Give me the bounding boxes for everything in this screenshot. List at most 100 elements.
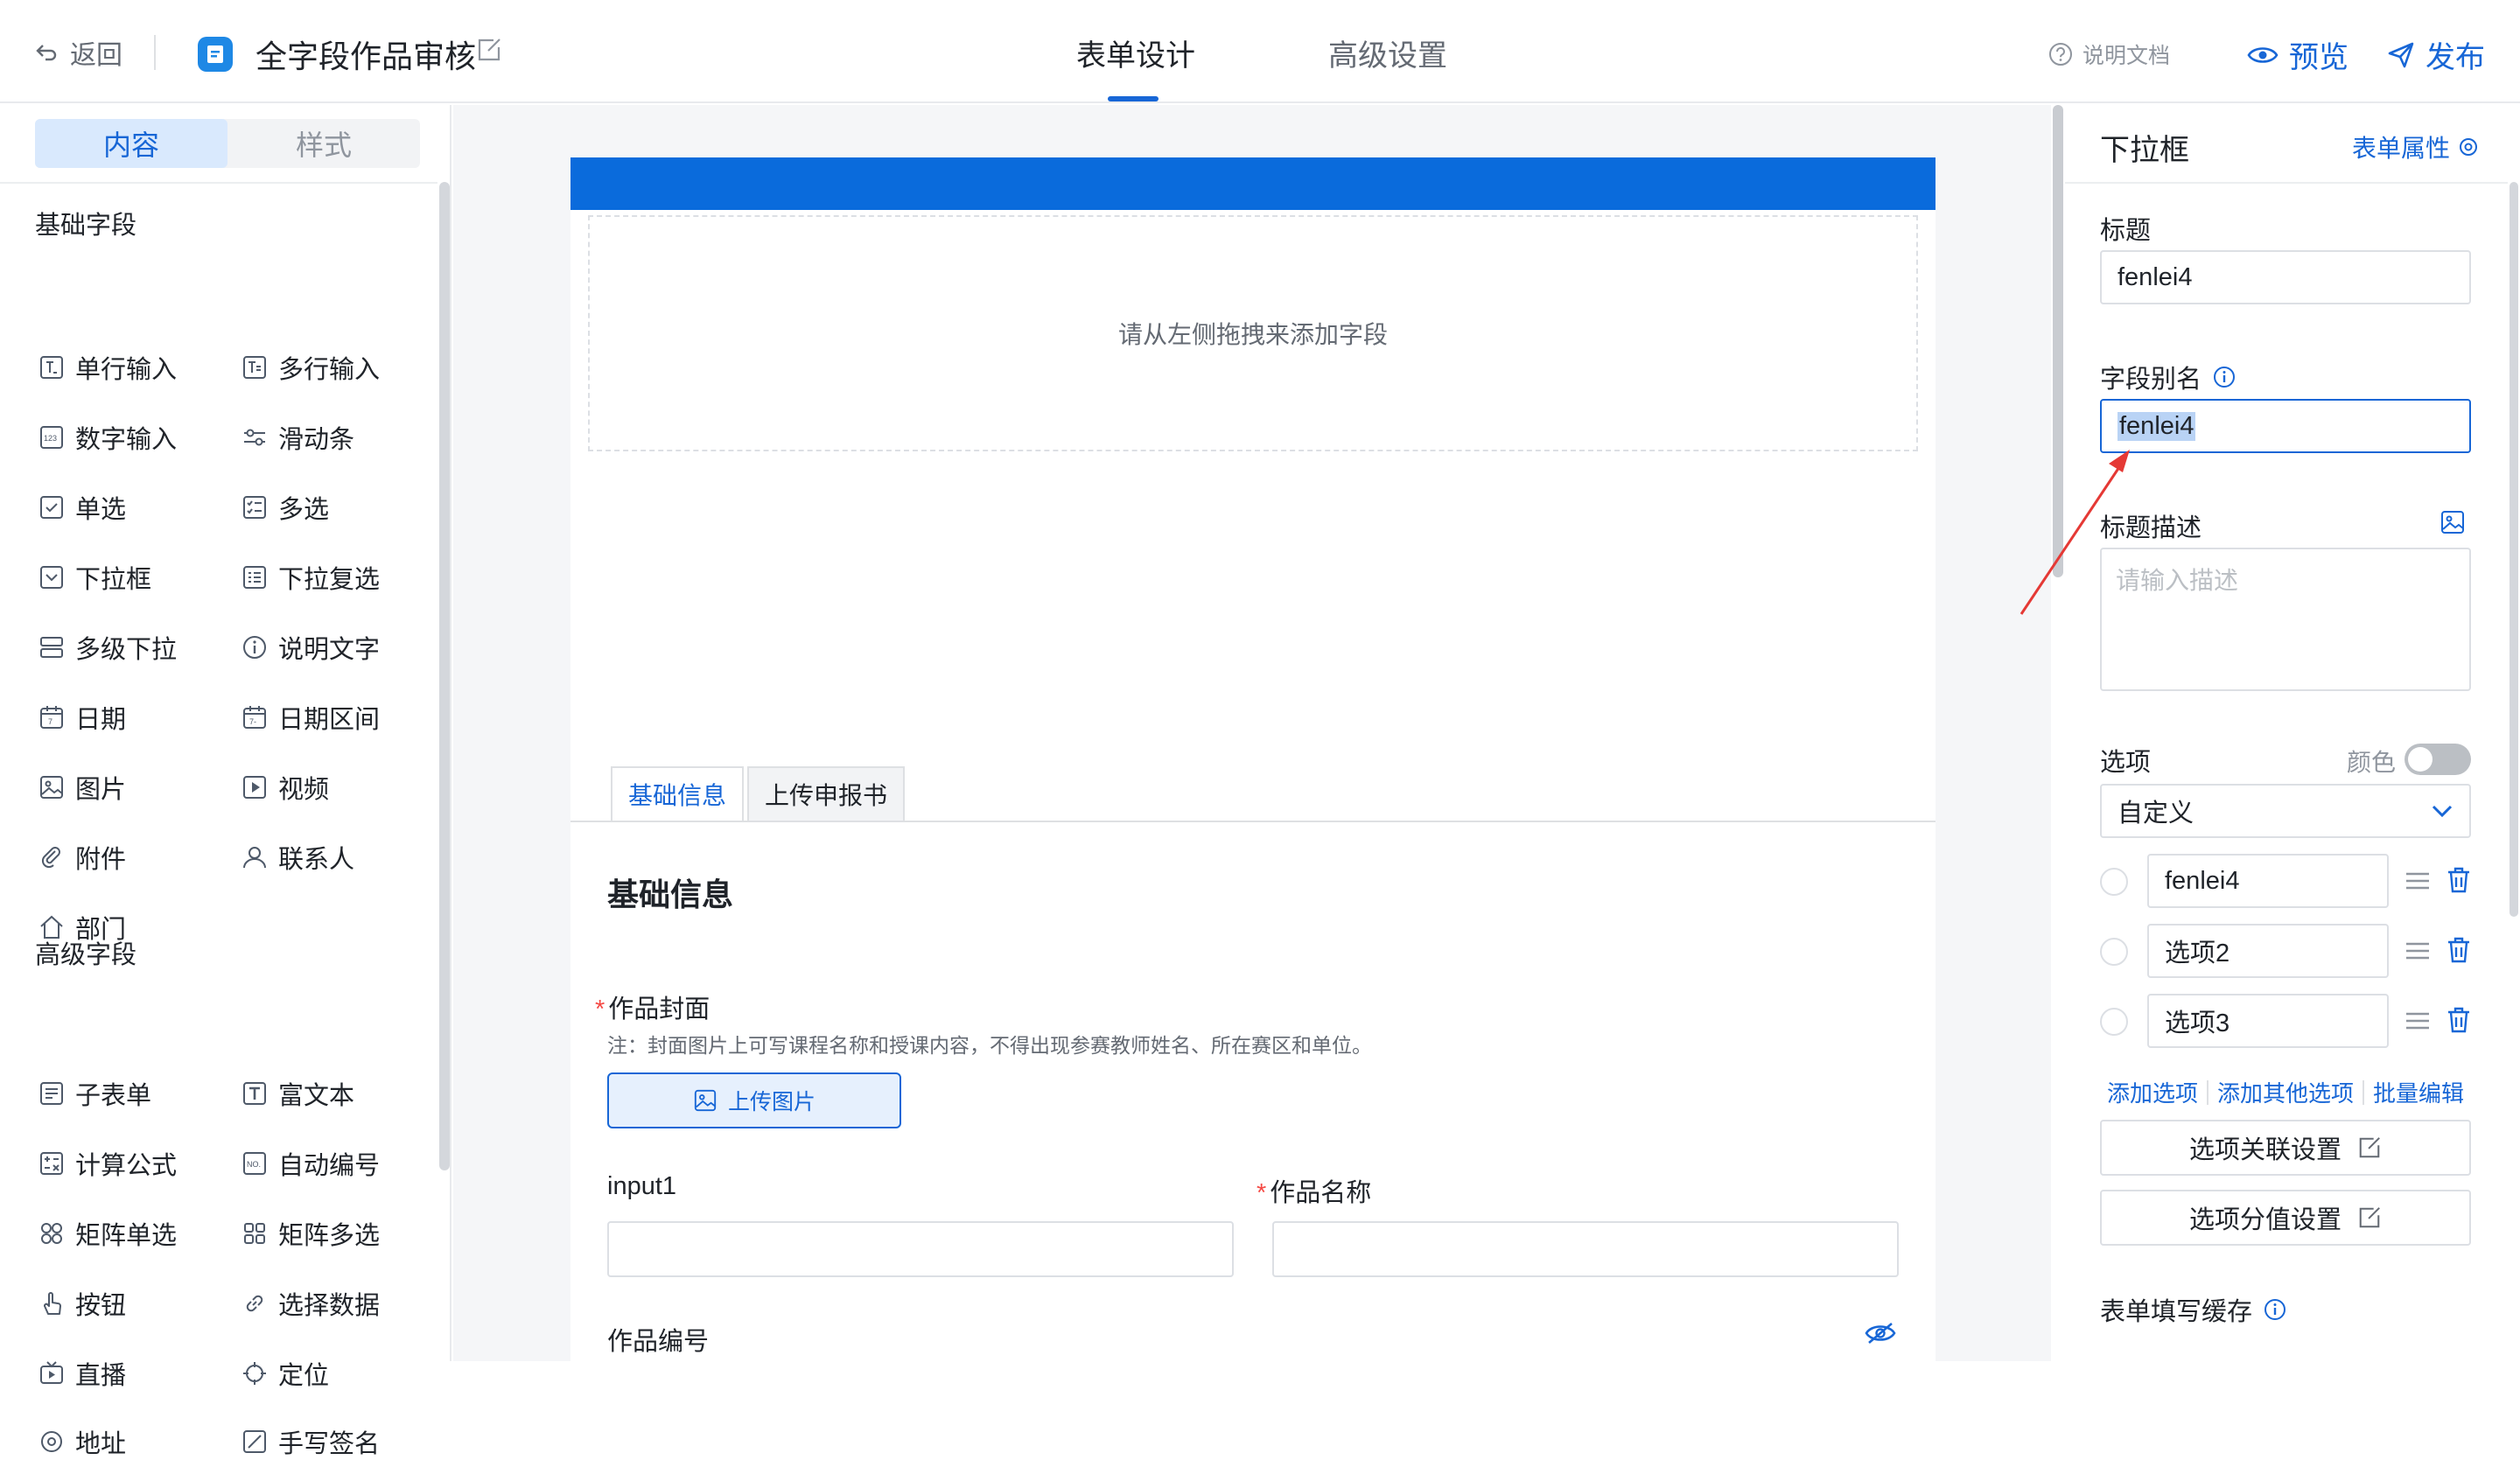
field-radio[interactable]: 单选 [38,490,126,525]
info-icon[interactable] [2212,365,2236,389]
field-formula[interactable]: 计算公式 [38,1146,177,1181]
send-icon [2388,42,2414,67]
advanced-fields-title: 高级字段 [35,941,137,969]
alias-input[interactable]: fenlei4 [2100,399,2471,453]
svg-text:NO.: NO. [247,1160,261,1169]
field-label: 下拉框 [75,566,152,594]
trash-icon[interactable] [2446,866,2471,894]
back-button[interactable]: 返回 [35,33,122,72]
field-live[interactable]: 直播 [38,1356,126,1391]
option-input[interactable]: 选项3 [2147,994,2389,1048]
publish-button[interactable]: 发布 [2387,33,2485,76]
title-input[interactable]: fenlei4 [2100,250,2471,304]
drag-handle-icon[interactable] [2404,938,2431,964]
form-attributes-link[interactable]: 表单属性 [2352,129,2480,164]
work-name-field[interactable] [1272,1221,1899,1277]
form-attributes-label: 表单属性 [2352,135,2451,162]
add-option-link[interactable]: 添加选项 [2107,1076,2198,1108]
field-label: 选择数据 [278,1292,381,1320]
desc-textarea[interactable]: 请输入描述 [2100,548,2471,691]
field-date[interactable]: 7 日期 [38,700,126,735]
cover-field-label: * 作品封面 [595,995,710,1023]
field-subform[interactable]: 子表单 [38,1076,151,1111]
edit-title-icon[interactable] [476,37,502,63]
header-divider [154,35,156,70]
field-single-input[interactable]: 单行输入 [38,350,177,385]
link-divider [2207,1079,2209,1105]
option-score-settings-button[interactable]: 选项分值设置 [2100,1190,2471,1246]
option-radio[interactable] [2100,868,2128,896]
richtext-icon [243,1082,266,1105]
required-mark: * [595,995,606,1023]
option-link-settings-label: 选项关联设置 [2188,1136,2342,1164]
field-signature[interactable]: 手写签名 [242,1424,380,1459]
field-auto-number[interactable]: NO. 自动编号 [242,1146,380,1181]
tab-advanced-settings[interactable]: 高级设置 [1328,31,1447,74]
add-other-option-link[interactable]: 添加其他选项 [2217,1076,2354,1108]
image-icon[interactable] [2440,509,2466,535]
tab-content[interactable]: 内容 [35,119,228,168]
info-icon[interactable] [2263,1297,2287,1322]
tab-form-design[interactable]: 表单设计 [1076,31,1195,74]
option-score-settings-label: 选项分值设置 [2188,1206,2342,1234]
field-address[interactable]: 地址 [38,1424,126,1459]
form-tab-upload-application[interactable]: 上传申报书 [747,766,906,821]
field-label: 单行输入 [75,356,178,384]
field-label: 富文本 [278,1082,355,1110]
field-contact[interactable]: 联系人 [242,840,354,875]
input1-field[interactable] [607,1221,1234,1277]
field-video[interactable]: 视频 [242,770,329,805]
field-label: 多选 [278,496,330,524]
option-radio[interactable] [2100,1008,2128,1036]
field-multi-input[interactable]: 多行输入 [242,350,380,385]
canvas-scrollbar[interactable] [2053,105,2063,577]
field-dropdown[interactable]: 下拉框 [38,560,151,595]
field-matrix-checkbox[interactable]: 矩阵多选 [242,1216,380,1251]
panel-divider [2065,182,2508,184]
field-matrix-radio[interactable]: 矩阵单选 [38,1216,177,1251]
text-input-icon [40,356,63,379]
left-scrollbar[interactable] [439,182,450,1170]
form-tab-basic-info[interactable]: 基础信息 [611,766,745,821]
option-input[interactable]: fenlei4 [2147,854,2389,908]
field-dropdown-multi[interactable]: 下拉复选 [242,560,380,595]
help-docs-link[interactable]: 说明文档 [2048,38,2170,70]
color-label: 颜色 [2347,749,2397,776]
field-date-range[interactable]: 7- 日期区间 [242,700,380,735]
field-select-data[interactable]: 选择数据 [242,1286,380,1321]
field-number-input[interactable]: 123 数字输入 [38,420,177,455]
field-slider[interactable]: 滑动条 [242,420,354,455]
field-location[interactable]: 定位 [242,1356,329,1391]
color-toggle[interactable] [2404,744,2471,775]
tab-style[interactable]: 样式 [228,119,420,168]
panel-tab-switch: 内容 样式 [35,119,420,168]
upload-image-button[interactable]: 上传图片 [607,1072,901,1128]
field-label: 联系人 [278,846,355,874]
textarea-icon [243,356,266,379]
drag-handle-icon[interactable] [2404,868,2431,894]
option-input[interactable]: 选项2 [2147,924,2389,978]
properties-scrollbar[interactable] [2510,182,2518,917]
number-icon: 123 [40,426,63,449]
drop-zone[interactable]: 请从左侧拖拽来添加字段 [588,215,1918,451]
trash-icon[interactable] [2446,1006,2471,1034]
field-label: 下拉复选 [278,566,381,594]
trash-icon[interactable] [2446,936,2471,964]
field-richtext[interactable]: 富文本 [242,1076,354,1111]
field-description[interactable]: 说明文字 [242,630,380,665]
bulk-edit-link[interactable]: 批量编辑 [2373,1076,2464,1108]
field-button[interactable]: 按钮 [38,1286,126,1321]
field-attachment[interactable]: 附件 [38,840,126,875]
field-cascader[interactable]: 多级下拉 [38,630,177,665]
option-radio[interactable] [2100,938,2128,966]
field-checkbox[interactable]: 多选 [242,490,329,525]
preview-button[interactable]: 预览 [2247,33,2348,76]
field-label: 矩阵多选 [278,1222,381,1250]
preview-label: 预览 [2289,41,2348,74]
field-image[interactable]: 图片 [38,770,126,805]
required-mark: * [1256,1179,1267,1207]
eye-off-icon[interactable] [1864,1321,1897,1345]
option-source-select[interactable]: 自定义 [2100,784,2471,838]
drag-handle-icon[interactable] [2404,1008,2431,1034]
option-link-settings-button[interactable]: 选项关联设置 [2100,1120,2471,1176]
